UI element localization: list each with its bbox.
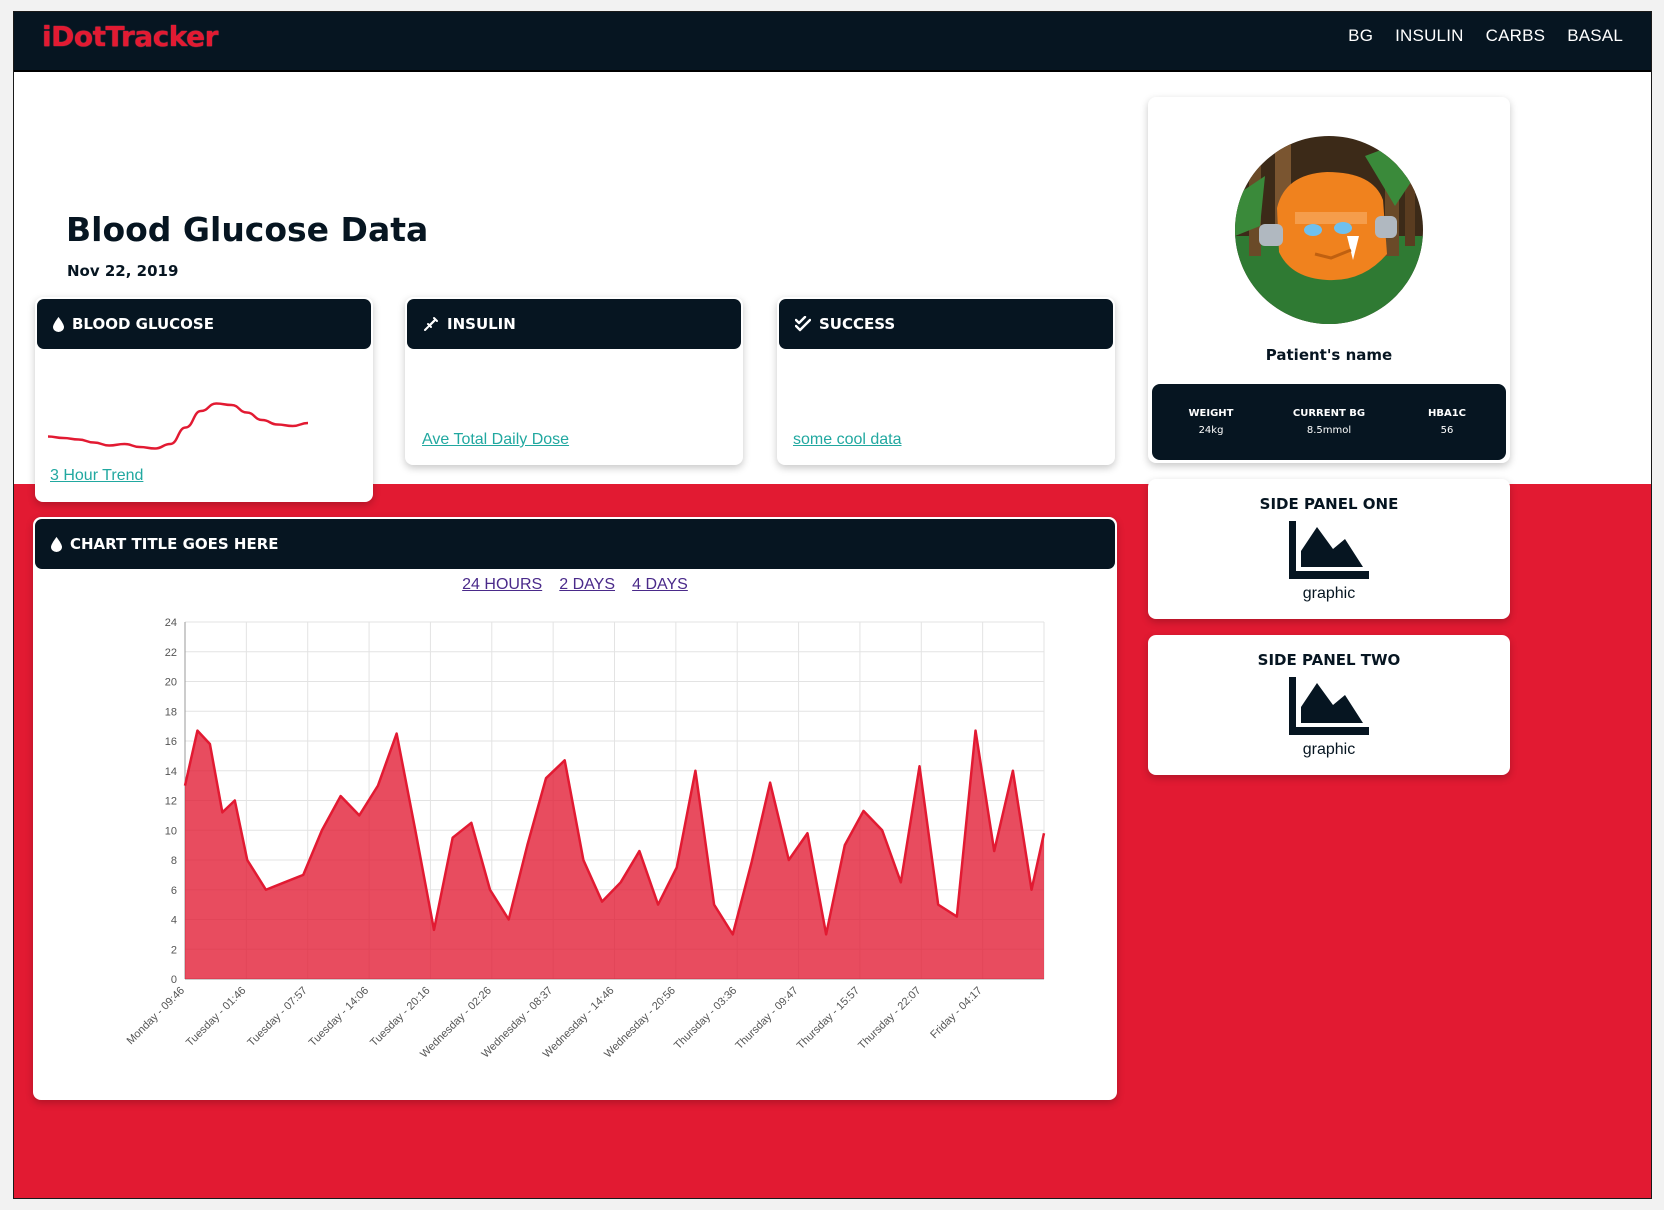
blood-glucose-sparkline	[47, 402, 309, 450]
range-2-days-link[interactable]: 2 DAYS	[559, 576, 615, 593]
stat-weight-label: WEIGHT	[1188, 408, 1234, 419]
y-tick-label: 20	[165, 677, 177, 689]
side-panel-one-caption: graphic	[1302, 585, 1356, 602]
y-tick-label: 14	[165, 766, 177, 778]
side-panel-two-caption: graphic	[1302, 741, 1356, 758]
droplet-icon	[51, 536, 62, 552]
y-tick-label: 2	[171, 944, 177, 956]
area-chart-icon	[1289, 677, 1369, 735]
x-tick-label: Thursday - 09:47	[733, 985, 800, 1052]
side-panel-two-title: SIDE PANEL TWO	[1257, 651, 1401, 669]
x-tick-label: Tuesday - 07:57	[245, 985, 309, 1049]
nav-item-carbs[interactable]: CARBS	[1486, 26, 1546, 46]
x-tick-label: Tuesday - 20:16	[368, 985, 432, 1049]
main-chart-card-header: CHART TITLE GOES HERE	[35, 519, 1115, 569]
page-title: Blood Glucose Data	[66, 210, 429, 249]
syringe-icon	[424, 317, 438, 331]
app-logo[interactable]: iDotTracker	[42, 20, 218, 53]
stat-current-bg-value: 8.5mmol	[1306, 425, 1352, 436]
success-card: SUCCESS some cool data	[777, 297, 1115, 465]
y-tick-label: 6	[171, 885, 177, 897]
area-chart-icon	[1289, 521, 1369, 579]
page-date: Nov 22, 2019	[67, 262, 179, 280]
stat-hba1c-label: HBA1C	[1427, 408, 1467, 419]
main-chart-title: CHART TITLE GOES HERE	[70, 535, 279, 553]
range-4-days-link[interactable]: 4 DAYS	[632, 576, 688, 593]
side-panel-one-title: SIDE PANEL ONE	[1259, 495, 1399, 513]
stat-weight: WEIGHT 24kg	[1156, 408, 1266, 436]
x-tick-label: Monday - 09:46	[125, 985, 188, 1048]
nav-links: BG INSULIN CARBS BASAL	[1348, 26, 1623, 46]
insulin-card-header: INSULIN	[407, 299, 741, 349]
ave-total-daily-dose-link[interactable]: Ave Total Daily Dose	[422, 431, 569, 449]
droplet-icon	[53, 316, 64, 332]
success-card-header: SUCCESS	[779, 299, 1113, 349]
blood-glucose-chart: 024681012141618202224Monday - 09:46Tuesd…	[125, 617, 1046, 1060]
sparkline-series-line	[47, 402, 309, 450]
insulin-card-title: INSULIN	[447, 315, 516, 333]
stat-current-bg: CURRENT BG 8.5mmol	[1274, 408, 1384, 436]
double-check-icon	[795, 316, 811, 332]
nav-item-insulin[interactable]: INSULIN	[1395, 26, 1463, 46]
x-tick-label: Thursday - 15:57	[795, 985, 862, 1052]
nav-item-bg[interactable]: BG	[1348, 26, 1373, 46]
stat-hba1c: HBA1C 56	[1392, 408, 1502, 436]
side-panel-one[interactable]: SIDE PANEL ONE graphic	[1148, 479, 1510, 619]
range-24-hours-link[interactable]: 24 HOURS	[462, 576, 542, 593]
x-tick-label: Tuesday - 14:06	[307, 985, 371, 1049]
stat-current-bg-label: CURRENT BG	[1292, 408, 1366, 419]
stat-hba1c-value: 56	[1440, 425, 1454, 436]
y-tick-label: 16	[165, 736, 177, 748]
y-tick-label: 10	[165, 825, 177, 837]
success-card-title: SUCCESS	[819, 315, 896, 333]
side-panel-two[interactable]: SIDE PANEL TWO graphic	[1148, 635, 1510, 775]
blood-glucose-card-title: BLOOD GLUCOSE	[72, 315, 214, 333]
nav-item-basal[interactable]: BASAL	[1567, 26, 1623, 46]
patient-stats: WEIGHT 24kg CURRENT BG 8.5mmol HBA1C 56	[1152, 384, 1506, 460]
y-tick-label: 4	[171, 915, 177, 927]
y-tick-label: 24	[165, 617, 177, 629]
patient-name: Patient's name	[1265, 346, 1393, 364]
x-tick-label: Friday - 04:17	[928, 985, 984, 1041]
x-tick-label: Thursday - 03:36	[672, 985, 739, 1052]
y-tick-label: 12	[165, 796, 177, 808]
navbar: iDotTracker BG INSULIN CARBS BASAL	[14, 12, 1651, 72]
blood-glucose-card-header: BLOOD GLUCOSE	[37, 299, 371, 349]
some-cool-data-link[interactable]: some cool data	[793, 431, 902, 449]
y-tick-label: 0	[171, 974, 177, 986]
patient-avatar[interactable]	[1235, 136, 1423, 324]
time-range-selector: 24 HOURS 2 DAYS 4 DAYS	[33, 574, 1117, 594]
y-tick-label: 18	[165, 706, 177, 718]
insulin-card: INSULIN Ave Total Daily Dose	[405, 297, 743, 465]
y-tick-label: 8	[171, 855, 177, 867]
x-tick-label: Thursday - 22:07	[856, 985, 923, 1052]
stat-weight-value: 24kg	[1198, 425, 1224, 436]
y-tick-label: 22	[165, 647, 177, 659]
x-tick-label: Tuesday - 01:46	[184, 985, 248, 1049]
